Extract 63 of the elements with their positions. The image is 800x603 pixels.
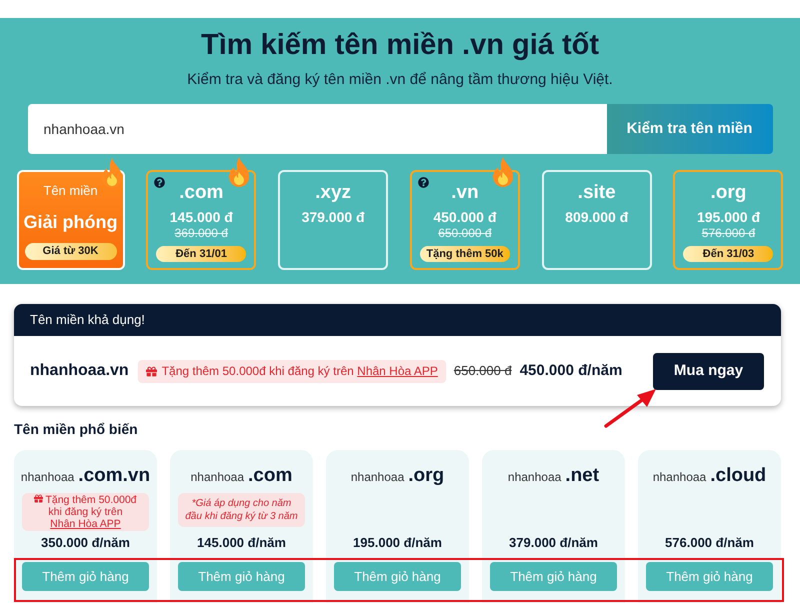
domain-price: 145.000 đ/năm [197, 536, 286, 550]
price-badge: Giá từ 30K [24, 243, 116, 260]
card-title: Giải phóng [24, 211, 118, 234]
gift-icon [146, 366, 157, 376]
domain-extension: .com.vn [78, 464, 150, 488]
add-to-cart-button[interactable]: Thêm giỏ hàng [490, 562, 617, 591]
extension-name: .com [179, 182, 224, 204]
domain-price: 450.000 đ/năm [520, 360, 622, 381]
annotation-arrow [604, 388, 656, 428]
domain-price: 576.000 đ/năm [665, 536, 754, 550]
domain-name: nhanhoaa [508, 469, 562, 486]
domain-price: 379.000 đ/năm [509, 536, 598, 550]
help-icon[interactable] [418, 177, 429, 188]
add-to-cart-button[interactable]: Thêm giỏ hàng [22, 562, 149, 591]
domain-extension: .net [565, 464, 600, 488]
domain-price-card[interactable]: .xyz 379.000 đ [278, 170, 388, 270]
add-to-cart-button[interactable]: Thêm giỏ hàng [646, 562, 773, 591]
extension-price: 379.000 đ [302, 208, 365, 226]
gift-icon [34, 494, 44, 503]
extension-name: .vn [451, 182, 479, 204]
promo-domain-card[interactable]: Tên miền Giải phóng Giá từ 30K [16, 170, 124, 270]
section-title: Tên miền phổ biến [14, 420, 138, 438]
domain-name: nhanhoaa [190, 469, 244, 486]
domain-extension: .org [408, 464, 444, 488]
card-label: Tên miền [43, 182, 98, 200]
app-link[interactable]: Nhân Hòa APP [357, 364, 438, 378]
page-title: Tìm kiếm tên miền .vn giá tốt [200, 28, 599, 62]
extension-price: 145.000 đ [170, 208, 233, 226]
old-price: 576.000 đ [702, 226, 756, 240]
check-domain-button[interactable]: Kiểm tra tên miền [606, 104, 772, 154]
extension-name: .site [578, 182, 616, 204]
old-price: 650.000 đ [438, 226, 492, 240]
domain-price: 350.000 đ/năm [41, 536, 130, 550]
old-price: 369.000 đ [174, 226, 228, 240]
domain-price-card[interactable]: .org 195.000 đ 576.000 đ Đến 31/03 [673, 170, 784, 270]
extension-name: .org [710, 182, 746, 204]
offer-badge: Đến 31/01 [156, 246, 246, 262]
offer-badge: Đến 31/03 [683, 246, 774, 262]
domain-price-card[interactable]: .site 809.000 đ [542, 170, 652, 270]
price-note: *Giá áp dụng cho năm đầu khi đăng ký từ 3 năm [178, 493, 305, 527]
promo-text: Tặng thêm 50.000đ khi đăng ký trên Nhân Hòa APP [162, 363, 438, 380]
add-to-cart-button[interactable]: Thêm giỏ hàng [334, 562, 461, 591]
domain-price: 195.000 đ/năm [353, 536, 442, 550]
promo-text: Tặng thêm 50.000đ khi đăng ký trên Nhân Hòa APP [45, 494, 137, 530]
domain-extension: .com [248, 464, 292, 488]
buy-now-button[interactable]: Mua ngay [653, 352, 764, 390]
domain-name: nhanhoaa [350, 469, 404, 486]
help-icon[interactable] [154, 177, 166, 188]
extension-price: 450.000 đ [433, 208, 496, 226]
domain-extension: .cloud [710, 464, 766, 488]
extension-price: 195.000 đ [696, 208, 760, 226]
extension-name: .xyz [315, 182, 352, 204]
add-to-cart-button[interactable]: Thêm giỏ hàng [178, 562, 305, 591]
app-link[interactable]: Nhân Hòa APP [50, 518, 121, 530]
domain-search-field[interactable]: nhanhoaa.vn [28, 104, 606, 154]
extension-price: 809.000 đ [565, 208, 628, 226]
page-subtitle: Kiểm tra và đăng ký tên miền .vn để nâng tầm thương hiệu Việt. [187, 70, 613, 90]
offer-badge: Tặng thêm 50k [420, 246, 510, 262]
domain-name: nhanhoaa [652, 469, 706, 486]
result-header: Tên miền khả dụng! [14, 304, 781, 336]
domain-name: nhanhoaa [20, 469, 74, 486]
old-price: 650.000 đ [454, 362, 512, 380]
available-domain: nhanhoaa.vn [30, 361, 129, 381]
